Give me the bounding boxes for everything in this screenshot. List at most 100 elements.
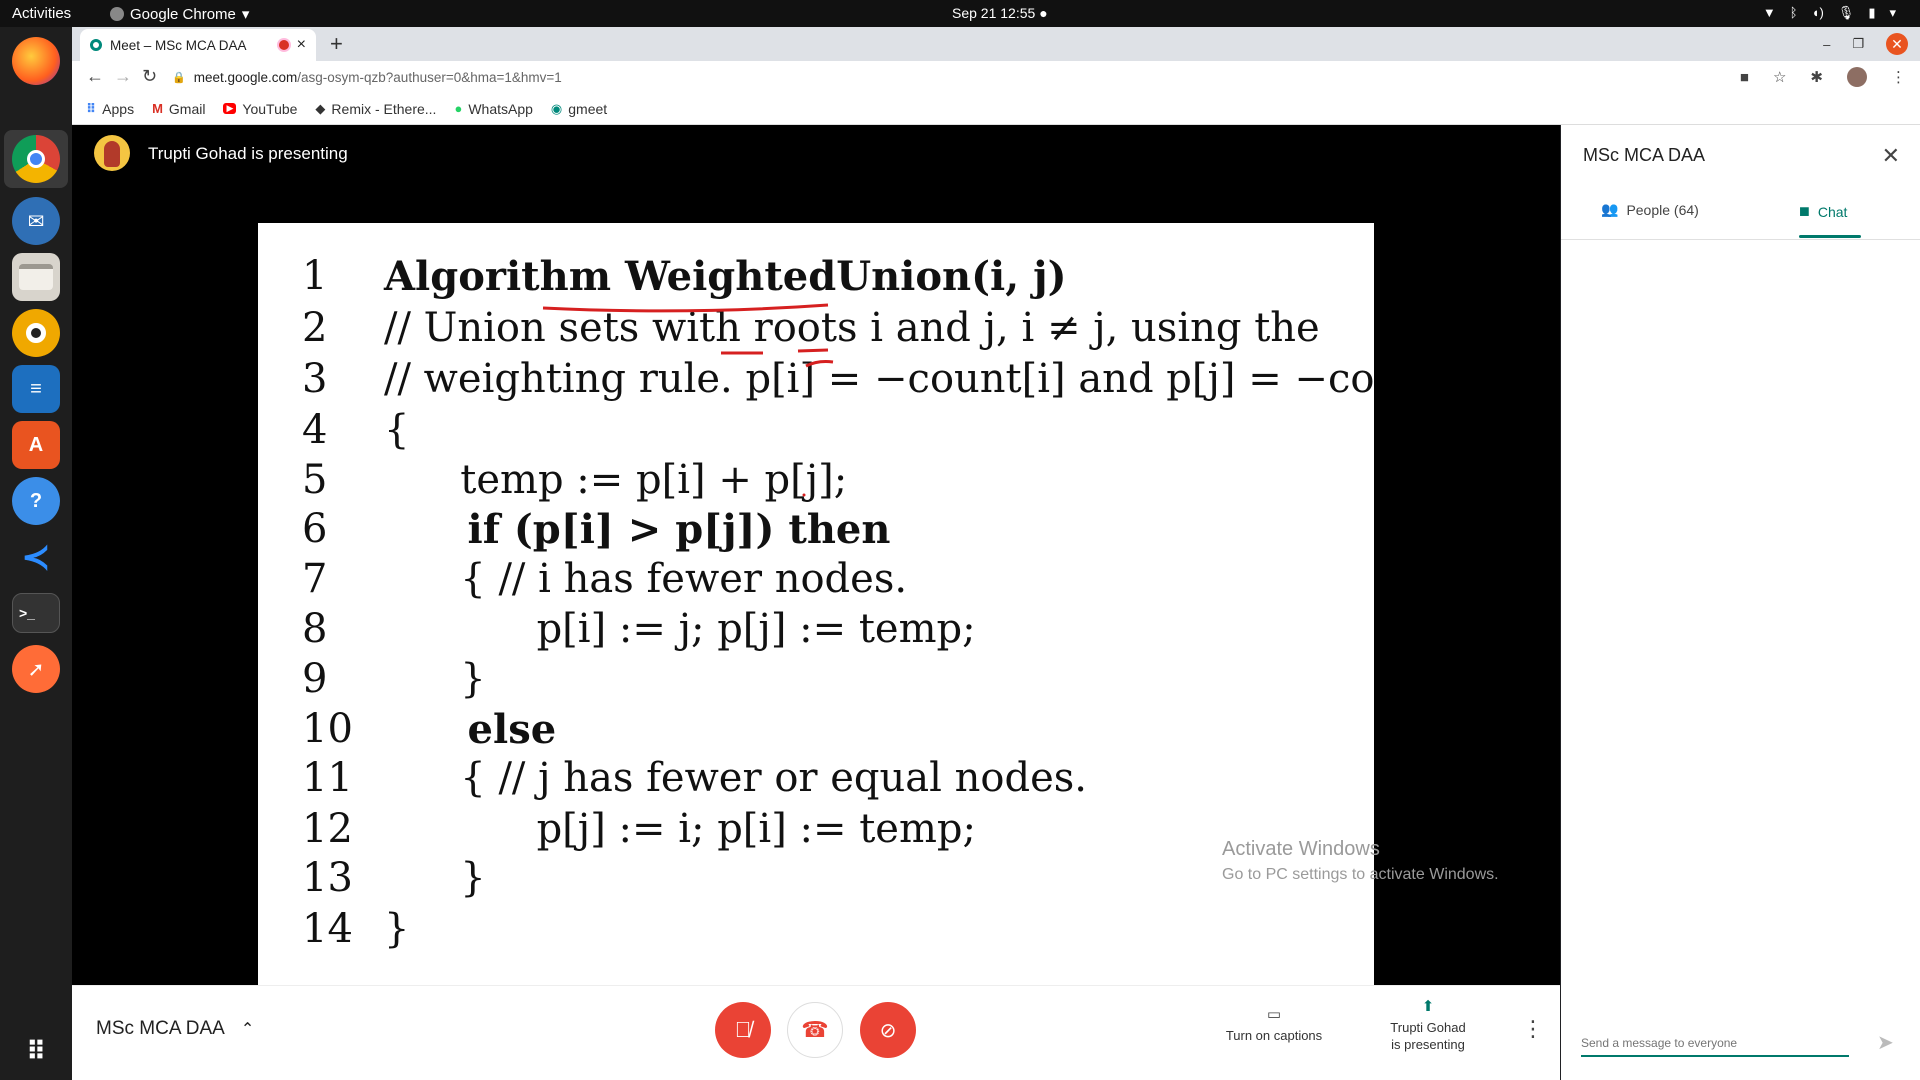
vscode-icon[interactable]: ≺ bbox=[12, 533, 60, 581]
presentation-stage: Trupti Gohad is presenting 1 Algorithm We… bbox=[72, 125, 1560, 985]
leave-call-button[interactable]: ☎ bbox=[787, 1002, 843, 1058]
apps-grid-icon[interactable]: ⠿ bbox=[12, 1027, 60, 1075]
thunderbird-icon[interactable]: ✉ bbox=[12, 197, 60, 245]
bookmark-gmeet[interactable]: ◉ gmeet bbox=[551, 101, 607, 117]
bookmark-label: Apps bbox=[102, 100, 135, 117]
bookmark-label: Gmail bbox=[168, 100, 206, 117]
panel-close-icon[interactable]: ✕ bbox=[1882, 143, 1900, 169]
annotation-underline bbox=[805, 360, 834, 368]
extensions-icon[interactable]: ✱ bbox=[1810, 68, 1823, 86]
captions-icon: ▭ bbox=[1266, 1006, 1282, 1023]
panel-title: MSc MCA DAA bbox=[1583, 145, 1706, 165]
watermark-subtitle: Go to PC settings to activate Windows. bbox=[1222, 866, 1499, 883]
tab-close-icon[interactable]: × bbox=[297, 36, 306, 54]
bookmark-label: Remix - Ethere... bbox=[331, 100, 437, 117]
presenting-label-line1: Trupti Gohad bbox=[1390, 1020, 1466, 1035]
mic-off-icon: 🎙̸ bbox=[734, 1017, 752, 1042]
hang-up-icon: ☎ bbox=[801, 1017, 829, 1042]
camera-off-button[interactable]: ⊘ bbox=[860, 1002, 916, 1058]
camera-off-icon: ⊘ bbox=[879, 1019, 897, 1042]
firefox-icon[interactable] bbox=[12, 37, 60, 85]
restore-icon[interactable]: ❐ bbox=[1852, 36, 1864, 52]
bookmark-label: WhatsApp bbox=[468, 100, 533, 117]
meet-app: Trupti Gohad is presenting 1 Algorithm We… bbox=[72, 125, 1920, 1080]
battery-icon: ▮ bbox=[1868, 5, 1876, 20]
meeting-controls-bar: MSc MCA DAA ⌃ 🎙̸ ☎ ⊘ ▭ Turn on captions … bbox=[72, 985, 1560, 1080]
rhythmbox-icon[interactable] bbox=[12, 309, 60, 357]
tab-people[interactable]: 👥 People (64) bbox=[1601, 201, 1699, 218]
software-icon[interactable]: A bbox=[12, 421, 60, 469]
tab-strip: Meet – MSc MCA DAA × + – ❐ ✕ bbox=[72, 27, 1920, 61]
remix-icon: ◆ bbox=[315, 100, 326, 116]
chat-message-input[interactable] bbox=[1581, 1031, 1849, 1057]
chrome-icon[interactable] bbox=[12, 135, 60, 183]
clock[interactable]: Sep 21 12:55 ● bbox=[952, 5, 1048, 21]
shared-slide: 1 Algorithm WeightedUnion(i, j) 2// Union … bbox=[258, 223, 1374, 985]
notification-dot-icon: ● bbox=[1039, 5, 1048, 21]
system-tray[interactable]: ▼ ᛒ ◖) 🎙 ▮ ▾ bbox=[1763, 5, 1896, 21]
volume-icon: ◖) bbox=[1811, 5, 1824, 20]
new-tab-button[interactable]: + bbox=[330, 31, 343, 57]
reload-icon[interactable]: ↻ bbox=[142, 66, 157, 87]
postman-icon[interactable]: ➚ bbox=[12, 645, 60, 693]
window-controls: – ❐ ✕ bbox=[1823, 33, 1908, 55]
chat-tab-label: Chat bbox=[1817, 203, 1848, 220]
tab-chat[interactable]: ■ Chat bbox=[1799, 201, 1847, 222]
caret-down-icon: ▾ bbox=[241, 6, 250, 23]
side-panel: MSc MCA DAA ✕ 👥 People (64) ■ Chat ➤ bbox=[1561, 125, 1920, 1080]
wifi-icon: ▼ bbox=[1762, 5, 1776, 20]
gmail-icon: M bbox=[152, 101, 163, 116]
chrome-menu-icon[interactable]: ⋮ bbox=[1891, 68, 1906, 86]
lock-icon: 🔒 bbox=[172, 71, 186, 84]
more-options-icon[interactable]: ⋮ bbox=[1522, 1016, 1544, 1042]
system-top-bar: Activities Google Chrome ▾ Sep 21 12:55 … bbox=[0, 0, 1920, 27]
chrome-window: Meet – MSc MCA DAA × + – ❐ ✕ ← → ↻ 🔒 mee… bbox=[72, 27, 1920, 1080]
meeting-title: MSc MCA DAA bbox=[96, 1018, 225, 1039]
presenter-avatar bbox=[94, 135, 130, 171]
bookmark-youtube[interactable]: ▶ YouTube bbox=[223, 101, 297, 117]
terminal-icon[interactable]: >_ bbox=[12, 593, 60, 633]
tab-title: Meet – MSc MCA DAA bbox=[110, 37, 247, 53]
bookmark-apps[interactable]: ⠿ Apps bbox=[86, 101, 134, 117]
app-menu-label: Google Chrome bbox=[130, 5, 236, 23]
people-tab-label: People (64) bbox=[1626, 201, 1699, 218]
chrome-app-icon bbox=[110, 7, 124, 21]
minimize-icon[interactable]: – bbox=[1823, 37, 1830, 52]
camera-in-use-icon[interactable]: ■ bbox=[1740, 69, 1749, 86]
presenter-bar: Trupti Gohad is presenting bbox=[72, 125, 1560, 185]
bookmark-whatsapp[interactable]: ● WhatsApp bbox=[454, 101, 532, 117]
bluetooth-icon: ᛒ bbox=[1789, 5, 1798, 20]
app-menu[interactable]: Google Chrome ▾ bbox=[110, 5, 249, 23]
send-icon[interactable]: ➤ bbox=[1877, 1030, 1894, 1055]
captions-button[interactable]: ▭ Turn on captions bbox=[1214, 1006, 1334, 1044]
url-path: /asg-osym-qzb?authuser=0&hma=1&hmv=1 bbox=[297, 69, 562, 85]
annotation-dot bbox=[802, 493, 806, 497]
toolbar-actions: ■ ☆ ✱ ⋮ bbox=[1740, 67, 1906, 87]
watermark-title: Activate Windows bbox=[1222, 838, 1380, 860]
bookmark-label: YouTube bbox=[242, 100, 298, 117]
apps-icon: ⠿ bbox=[86, 100, 97, 116]
captions-label: Turn on captions bbox=[1225, 1028, 1323, 1043]
bookmark-star-icon[interactable]: ☆ bbox=[1773, 68, 1786, 86]
annotation-underline bbox=[797, 348, 829, 353]
forward-icon[interactable]: → bbox=[114, 66, 132, 87]
presenting-button[interactable]: ⬆ Trupti Gohad is presenting bbox=[1368, 998, 1488, 1053]
tab-meet[interactable]: Meet – MSc MCA DAA × bbox=[80, 29, 316, 61]
ubuntu-dock: ✉ ≡ A ? ≺ >_ ➚ ⠿ bbox=[0, 27, 72, 1080]
presenting-label-line2: is presenting bbox=[1391, 1037, 1465, 1052]
address-bar[interactable]: 🔒 meet.google.com/asg-osym-qzb?authuser=… bbox=[172, 66, 562, 88]
close-window-icon[interactable]: ✕ bbox=[1886, 33, 1908, 55]
back-icon[interactable]: ← bbox=[86, 66, 104, 87]
activities-button[interactable]: Activities bbox=[12, 5, 71, 22]
writer-icon[interactable]: ≡ bbox=[12, 365, 60, 413]
mic-off-button[interactable]: 🎙̸ bbox=[715, 1002, 771, 1058]
profile-avatar[interactable] bbox=[1847, 67, 1867, 87]
help-icon[interactable]: ? bbox=[12, 477, 60, 525]
bookmark-gmail[interactable]: M Gmail bbox=[152, 101, 205, 117]
tray-menu-icon: ▾ bbox=[1889, 5, 1896, 20]
files-icon[interactable] bbox=[12, 253, 60, 301]
bookmarks-bar: ⠿ Apps M Gmail ▶ YouTube ◆ Remix - Ethere...… bbox=[72, 93, 1920, 125]
bookmark-remix[interactable]: ◆ Remix - Ethere... bbox=[315, 101, 436, 117]
meeting-details-button[interactable]: MSc MCA DAA ⌃ bbox=[96, 1018, 254, 1040]
microphone-icon: 🎙 bbox=[1837, 5, 1855, 20]
